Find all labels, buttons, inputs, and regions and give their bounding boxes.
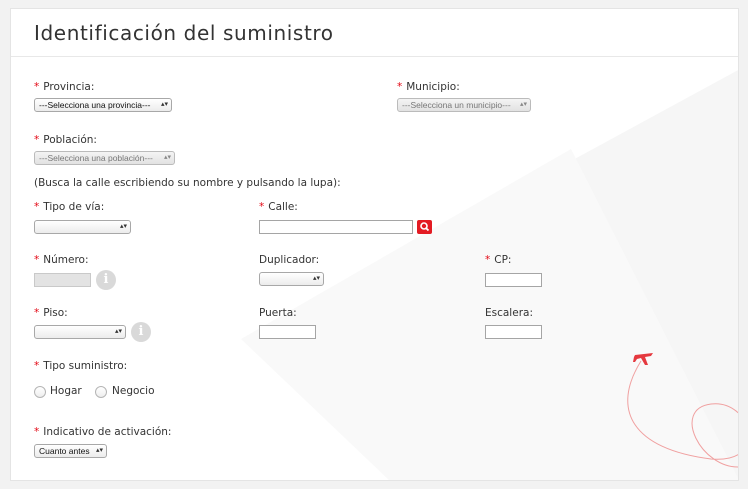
puerta-label: Puerta: — [259, 307, 297, 319]
calle-label: * Calle: — [259, 201, 298, 213]
supply-identification-card: Identificación del suministro * Provincia… — [10, 8, 739, 481]
tipo-suministro-label: * Tipo suministro: — [34, 360, 128, 372]
provincia-select[interactable]: ---Selecciona una provincia--- ▴▾ — [34, 98, 172, 112]
hogar-radio[interactable] — [34, 386, 46, 398]
info-icon[interactable]: i — [96, 270, 116, 290]
municipio-select[interactable]: ---Selecciona un municipio--- ▴▾ — [397, 98, 531, 112]
page-title: Identificación del suministro — [34, 21, 334, 45]
negocio-label[interactable]: Negocio — [112, 385, 155, 397]
duplicador-label: Duplicador: — [259, 254, 320, 266]
search-icon — [420, 222, 430, 232]
poblacion-select[interactable]: ---Selecciona una población--- ▴▾ — [34, 151, 175, 165]
select-arrows-icon: ▴▾ — [95, 447, 103, 454]
plane-icon — [633, 353, 653, 365]
required-mark: * — [34, 254, 40, 266]
escalera-label: Escalera: — [485, 307, 533, 319]
select-arrows-icon: ▴▾ — [312, 275, 320, 282]
select-arrows-icon: ▴▾ — [160, 101, 168, 108]
numero-input[interactable] — [34, 273, 91, 287]
required-mark: * — [34, 360, 40, 372]
select-arrows-icon: ▴▾ — [119, 223, 127, 230]
poblacion-label: * Población: — [34, 134, 97, 146]
municipio-label: * Municipio: — [397, 81, 460, 93]
required-mark: * — [34, 81, 40, 93]
info-icon[interactable]: i — [131, 322, 151, 342]
cp-input[interactable] — [485, 273, 542, 287]
piso-select[interactable]: ▴▾ — [34, 325, 126, 339]
select-arrows-icon: ▴▾ — [114, 328, 122, 335]
required-mark: * — [485, 254, 491, 266]
duplicador-select[interactable]: ▴▾ — [259, 272, 324, 286]
required-mark: * — [259, 201, 265, 213]
tipo-via-label: * Tipo de vía: — [34, 201, 105, 213]
provincia-label: * Provincia: — [34, 81, 95, 93]
card-header: Identificación del suministro — [11, 9, 738, 57]
required-mark: * — [397, 81, 403, 93]
required-mark: * — [34, 307, 40, 319]
required-mark: * — [34, 426, 40, 438]
background-decoration — [241, 70, 738, 480]
required-mark: * — [34, 134, 40, 146]
required-mark: * — [34, 201, 40, 213]
cp-label: * CP: — [485, 254, 512, 266]
tipo-via-select[interactable]: ▴▾ — [34, 220, 131, 234]
negocio-radio[interactable] — [95, 386, 107, 398]
escalera-input[interactable] — [485, 325, 542, 339]
select-arrows-icon: ▴▾ — [163, 154, 171, 161]
select-arrows-icon: ▴▾ — [519, 101, 527, 108]
hogar-label[interactable]: Hogar — [50, 385, 82, 397]
street-search-hint: (Busca la calle escribiendo su nombre y … — [34, 177, 341, 189]
activacion-select[interactable]: Cuanto antes ▴▾ — [34, 444, 107, 458]
piso-label: * Piso: — [34, 307, 68, 319]
activacion-label: * Indicativo de activación: — [34, 426, 172, 438]
calle-input[interactable] — [259, 220, 413, 234]
search-button[interactable] — [417, 220, 432, 234]
numero-label: * Número: — [34, 254, 89, 266]
puerta-input[interactable] — [259, 325, 316, 339]
